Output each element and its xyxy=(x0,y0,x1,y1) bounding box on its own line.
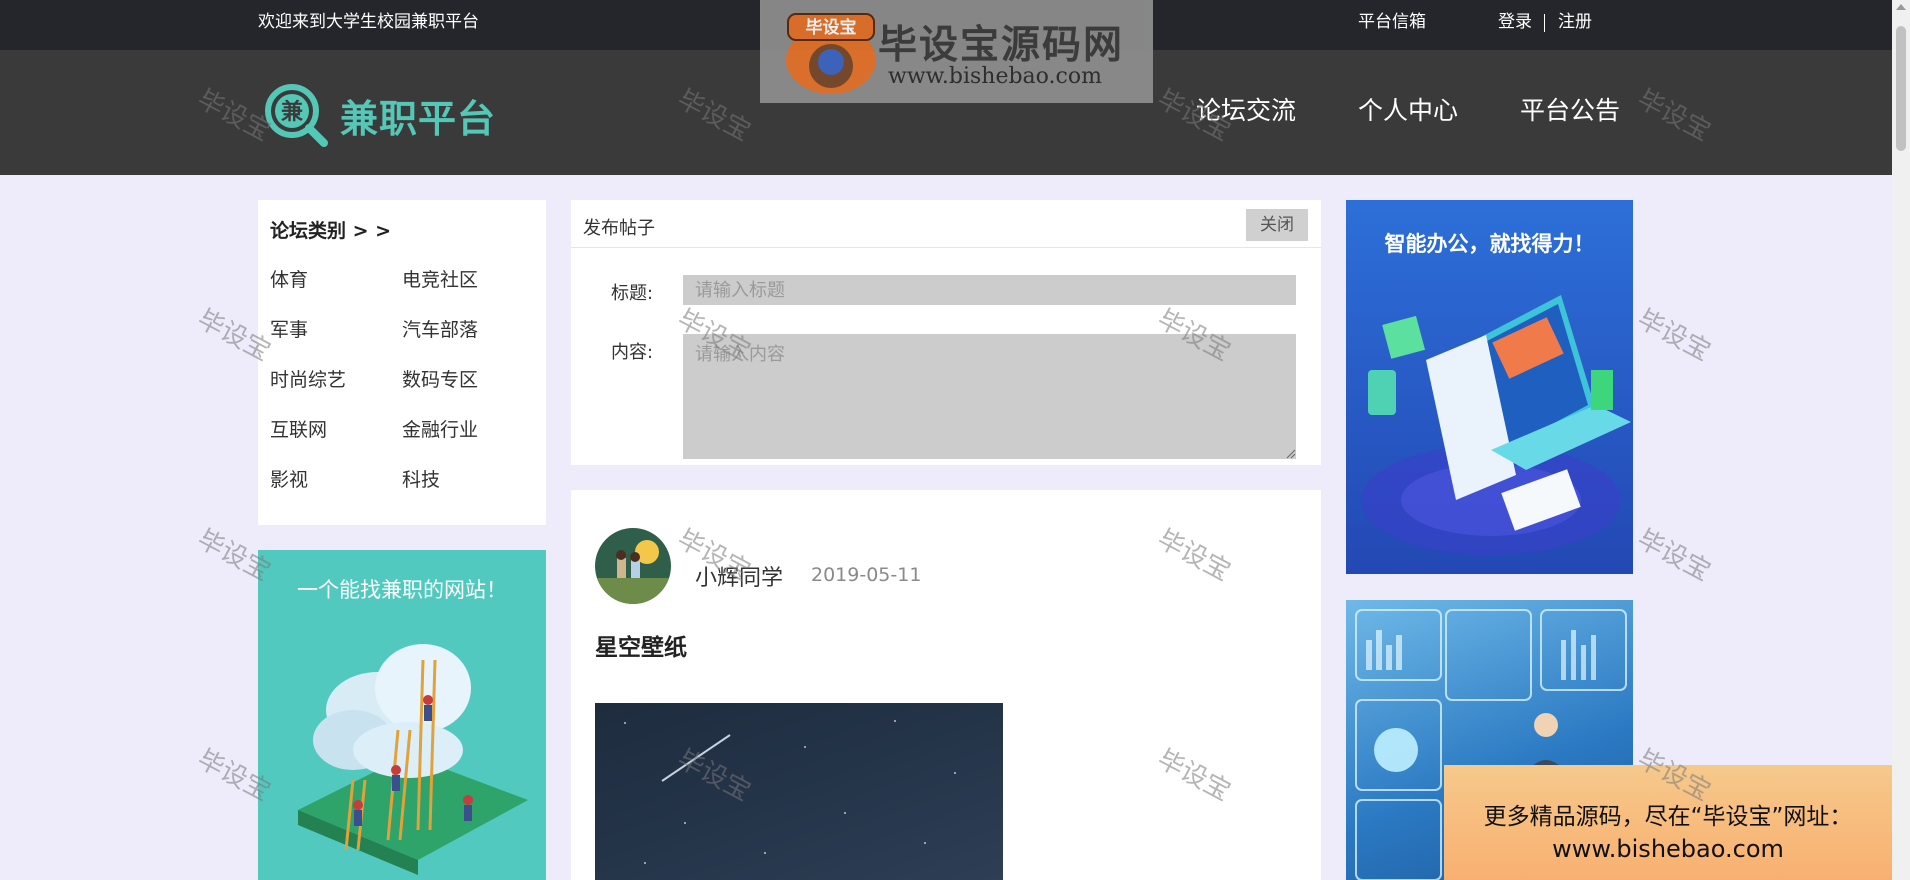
laptop-payment-illustration xyxy=(1361,295,1631,555)
forum-categories-panel: 论坛类别 > > 体育 电竞社区 军事 汽车部落 时尚综艺 数码专区 互联网 金… xyxy=(258,200,546,525)
promo-line-1: 更多精品源码，尽在“毕设宝”网址： xyxy=(1483,804,1853,830)
promo-banner[interactable]: 更多精品源码，尽在“毕设宝”网址： www.bishebao.com xyxy=(1444,765,1892,880)
close-button[interactable]: 关闭 xyxy=(1246,209,1308,241)
nav-personal-center[interactable]: 个人中心 xyxy=(1358,90,1458,132)
watermark-title: 毕设宝源码网 xyxy=(878,23,1125,68)
platform-inbox-link[interactable]: 平台信箱 xyxy=(1358,0,1426,44)
site-logo[interactable]: 兼 兼职平台 xyxy=(262,80,496,150)
content-textarea[interactable] xyxy=(683,334,1296,459)
publish-post-form: 发布帖子 关闭 标题: 内容: xyxy=(571,200,1321,465)
watermark-stamp: 毕设宝 xyxy=(1632,304,1716,368)
nav-forum[interactable]: 论坛交流 xyxy=(1196,90,1296,132)
category-tech[interactable]: 科技 xyxy=(402,465,440,492)
logo-text: 兼职平台 xyxy=(340,96,497,141)
post-title[interactable]: 星空壁纸 xyxy=(595,628,687,662)
category-film[interactable]: 影视 xyxy=(270,465,308,492)
promo-line-2: www.bishebao.com xyxy=(1552,835,1784,863)
watermark-url: www.bishebao.com xyxy=(888,64,1102,89)
left-ad-banner[interactable]: 一个能找兼职的网站！ xyxy=(258,550,546,880)
vertical-scrollbar[interactable] xyxy=(1892,0,1910,880)
welcome-text: 欢迎来到大学生校园兼职平台 xyxy=(258,12,479,32)
starry-sky-image[interactable] xyxy=(595,703,1003,880)
content-label: 内容: xyxy=(611,342,654,363)
post-card[interactable]: 小辉同学 2019-05-11 星空壁纸 xyxy=(571,490,1321,880)
nav-announcements[interactable]: 平台公告 xyxy=(1520,90,1620,132)
register-link[interactable]: 注册 xyxy=(1558,0,1592,44)
category-sports[interactable]: 体育 xyxy=(270,265,308,292)
svg-text:毕设宝: 毕设宝 xyxy=(806,17,857,38)
watermark-banner: 毕设宝 毕设宝源码网 www.bishebao.com xyxy=(760,0,1153,103)
right-ad-banner-office[interactable]: 智能办公，就找得力！ xyxy=(1346,200,1633,574)
categories-title: 论坛类别 > > xyxy=(270,220,392,242)
category-digital[interactable]: 数码专区 xyxy=(402,365,478,392)
category-finance[interactable]: 金融行业 xyxy=(402,415,478,442)
post-date: 2019-05-11 xyxy=(811,564,922,586)
topbar-divider xyxy=(1544,14,1545,32)
category-fashion[interactable]: 时尚综艺 xyxy=(270,365,346,392)
svg-text:兼: 兼 xyxy=(281,99,303,125)
watermark-stamp: 毕设宝 xyxy=(1632,524,1716,588)
form-title: 发布帖子 xyxy=(583,218,655,239)
login-link[interactable]: 登录 xyxy=(1498,0,1532,44)
post-author[interactable]: 小辉同学 xyxy=(695,560,783,592)
scroll-up-arrow-icon[interactable] xyxy=(1896,4,1906,10)
form-header: 发布帖子 关闭 xyxy=(571,200,1321,248)
title-input[interactable] xyxy=(683,275,1296,305)
category-military[interactable]: 军事 xyxy=(270,315,308,342)
magnifier-logo-icon: 兼 xyxy=(262,81,330,149)
title-label: 标题: xyxy=(611,283,654,304)
category-esports[interactable]: 电竞社区 xyxy=(402,265,478,292)
scroll-thumb[interactable] xyxy=(1896,26,1906,151)
cloud-ladder-illustration xyxy=(298,644,528,875)
resize-grip-icon[interactable] xyxy=(1286,449,1296,459)
avatar[interactable] xyxy=(595,528,671,604)
category-internet[interactable]: 互联网 xyxy=(270,415,327,442)
category-cars[interactable]: 汽车部落 xyxy=(402,315,478,342)
mascot-logo: 毕设宝 xyxy=(782,8,880,96)
